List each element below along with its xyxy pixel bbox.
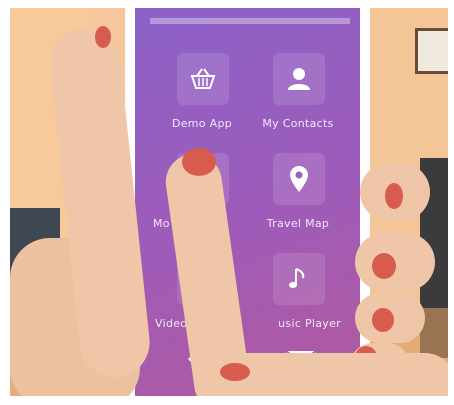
status-bar (150, 18, 350, 24)
app-label: My Contacts (262, 117, 334, 130)
bottom-hand-nail (220, 363, 250, 381)
right-nail-2 (372, 253, 396, 279)
pointing-finger-nail (182, 148, 216, 176)
app-my-contacts[interactable]: My Contacts (243, 53, 353, 148)
app-label: Demo App (171, 117, 233, 130)
basket-icon (177, 53, 229, 105)
smartphone: Demo App My Contacts Mo Travel Map Video… (125, 8, 370, 396)
music-note-icon (273, 253, 325, 305)
app-label: usic Player (278, 317, 341, 330)
thumb-nail (95, 26, 111, 48)
photo-scene: Demo App My Contacts Mo Travel Map Video… (10, 8, 448, 396)
wall-picture-frame (415, 28, 448, 74)
right-nail-1 (385, 183, 403, 209)
map-pin-icon (273, 153, 325, 205)
app-demo-app[interactable]: Demo App (147, 53, 257, 148)
app-label: Travel Map (266, 217, 330, 230)
app-travel-map[interactable]: Travel Map (243, 153, 353, 248)
right-nail-3 (372, 308, 394, 332)
person-icon (273, 53, 325, 105)
